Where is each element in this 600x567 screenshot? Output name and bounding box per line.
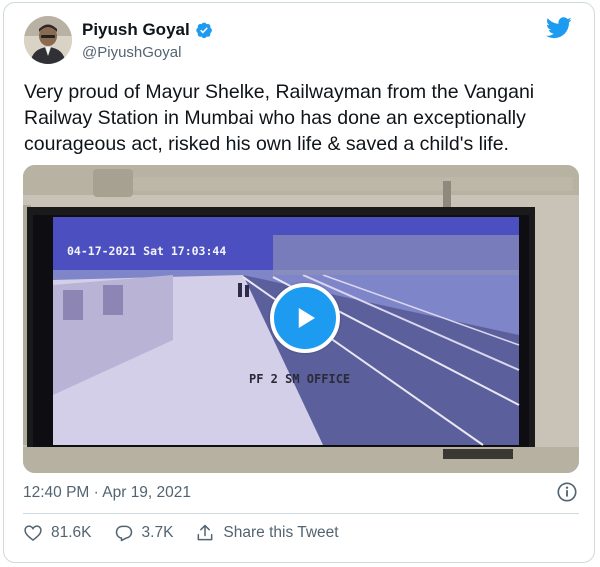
tweet-timestamp[interactable]: 12:40 PM · Apr 19, 2021 <box>23 484 191 502</box>
share-button[interactable]: Share this Tweet <box>195 523 339 543</box>
info-icon[interactable] <box>556 481 578 503</box>
like-count: 81.6K <box>51 524 92 541</box>
divider <box>23 513 579 514</box>
tweet-text: Very proud of Mayur Shelke, Railwayman f… <box>24 81 535 155</box>
verified-badge-icon <box>196 22 212 39</box>
like-button[interactable]: 81.6K <box>23 523 92 543</box>
video-datetime-overlay: 04-17-2021 Sat 17:03:44 <box>67 244 226 258</box>
play-icon <box>298 308 315 328</box>
reply-icon <box>115 525 132 542</box>
reply-count: 3.7K <box>141 524 174 541</box>
tweet-card: Piyush Goyal @PiyushGoyal Very proud of … <box>3 2 595 563</box>
tweet-actions: 81.6K 3.7K Share this Tweet <box>23 523 339 543</box>
twitter-bird-icon[interactable] <box>546 17 572 39</box>
share-icon <box>197 524 213 541</box>
author-handle[interactable]: @PiyushGoyal <box>82 44 181 61</box>
avatar[interactable] <box>24 16 72 64</box>
video-label-overlay: PF 2 SM OFFICE <box>249 372 350 386</box>
video-player[interactable]: 04-17-2021 Sat 17:03:44 PF 2 SM OFFICE <box>23 165 579 473</box>
play-button[interactable] <box>270 283 340 353</box>
author-name-row: Piyush Goyal <box>82 20 213 40</box>
heart-icon <box>24 525 42 542</box>
avatar-image <box>24 16 72 64</box>
reply-button[interactable]: 3.7K <box>114 523 174 543</box>
author-name[interactable]: Piyush Goyal <box>82 20 190 40</box>
share-label: Share this Tweet <box>223 524 339 541</box>
